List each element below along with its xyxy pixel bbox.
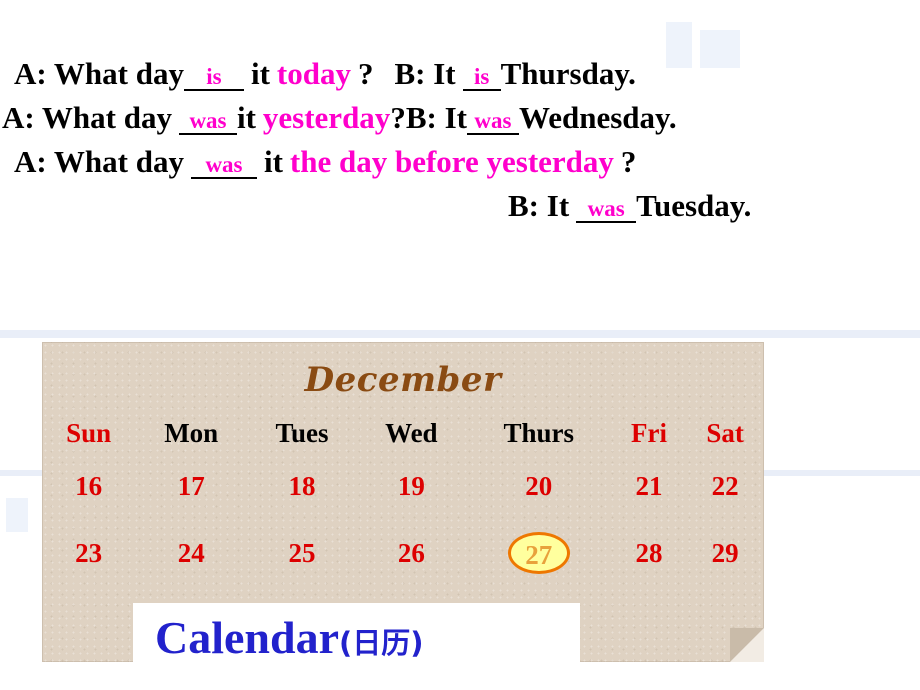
calendar-day-cell[interactable]: 28 xyxy=(612,516,687,588)
line3-a-suffix: ? xyxy=(620,144,637,179)
calendar-day-cell[interactable]: 17 xyxy=(135,455,247,516)
calendar-table: Sun Mon Tues Wed Thurs Fri Sat 16 17 18 … xyxy=(42,414,764,588)
line2-a-prefix: A: What day xyxy=(2,100,172,135)
line2-a-mid: it xyxy=(236,100,256,135)
calendar-day-cell[interactable]: 19 xyxy=(357,455,466,516)
dialogue-block: A: What day is it today? B: It is Thursday. A:… xyxy=(0,56,920,234)
line3-a-mid: it xyxy=(263,144,283,179)
calendar-day-cell[interactable]: 26 xyxy=(357,516,466,588)
line1-a-prefix: A: What day xyxy=(14,56,184,91)
line4-b-blank[interactable]: was xyxy=(576,197,637,223)
calendar-week-row: 16 17 18 19 20 21 22 xyxy=(42,455,764,516)
dialogue-line-answer-tuesday: B: It was Tuesday. xyxy=(0,188,920,223)
calendar-day-cell[interactable]: 16 xyxy=(42,455,135,516)
calendar-weekday-wed: Wed xyxy=(385,418,438,448)
dialogue-line-day-before-yesterday: A: What day was it the day before yesterday… xyxy=(0,144,920,179)
calendar-day-cell[interactable]: 18 xyxy=(247,455,357,516)
dialogue-line-yesterday: A: What day was it yesterday?B: It was Wednes… xyxy=(0,100,920,135)
page-fold-corner xyxy=(730,628,764,662)
line4-b-suffix: Tuesday. xyxy=(636,188,752,223)
line4-b-prefix: B: It xyxy=(508,188,570,223)
calendar-day-cell[interactable]: 23 xyxy=(42,516,135,588)
calendar-label-card: Calendar(日历) xyxy=(133,603,580,690)
calendar-day-cell[interactable]: 22 xyxy=(686,455,764,516)
calendar-label-english: Calendar xyxy=(155,612,339,663)
calendar-weekday-fri: Fri xyxy=(631,418,667,448)
line1-a-suffix: ? xyxy=(357,56,374,91)
calendar-day-cell[interactable]: 21 xyxy=(612,455,687,516)
calendar-label-chinese: (日历) xyxy=(339,626,424,660)
line3-a-prefix: A: What day xyxy=(14,144,184,179)
line2-a-suffix: ? xyxy=(390,100,406,135)
calendar-weekday-row: Sun Mon Tues Wed Thurs Fri Sat xyxy=(42,414,764,455)
line2-a-keyword: yesterday xyxy=(262,100,391,135)
dialogue-line-today: A: What day is it today? B: It is Thursday. xyxy=(0,56,920,91)
calendar-day-cell[interactable]: 25 xyxy=(247,516,357,588)
background-line-1 xyxy=(0,330,920,338)
line3-a-blank[interactable]: was xyxy=(190,153,257,179)
line3-a-keyword: the day before yesterday xyxy=(289,144,614,179)
calendar-day-cell[interactable]: 24 xyxy=(135,516,247,588)
calendar-weekday-thurs: Thurs xyxy=(503,418,574,448)
line1-a-mid: it xyxy=(250,56,270,91)
calendar-label-text: Calendar(日历) xyxy=(133,603,580,664)
line1-b-prefix: B: It xyxy=(394,56,456,91)
calendar-day-cell[interactable]: 20 xyxy=(466,455,612,516)
calendar-month-title: December xyxy=(304,360,502,400)
line2-b-suffix: Wednesday. xyxy=(518,100,677,135)
calendar-weekday-tues: Tues xyxy=(275,418,329,448)
line2-b-prefix: B: It xyxy=(405,100,467,135)
background-shape-3 xyxy=(6,498,28,532)
line2-b-blank[interactable]: was xyxy=(466,109,519,135)
line1-a-blank[interactable]: is xyxy=(183,65,244,91)
calendar-day-cell[interactable]: 29 xyxy=(686,516,764,588)
line2-a-blank[interactable]: was xyxy=(178,109,237,135)
line1-a-keyword: today xyxy=(276,56,351,91)
line1-b-blank[interactable]: is xyxy=(462,65,501,91)
calendar-week-row: 23 24 25 26 27 28 29 xyxy=(42,516,764,588)
calendar-weekday-sat: Sat xyxy=(706,418,744,448)
calendar-weekday-mon: Mon xyxy=(164,418,219,448)
calendar-day-cell-highlighted[interactable]: 27 xyxy=(466,516,612,588)
calendar-highlight-marker: 27 xyxy=(507,532,570,574)
calendar-weekday-sun: Sun xyxy=(66,418,112,448)
line1-b-suffix: Thursday. xyxy=(500,56,636,91)
